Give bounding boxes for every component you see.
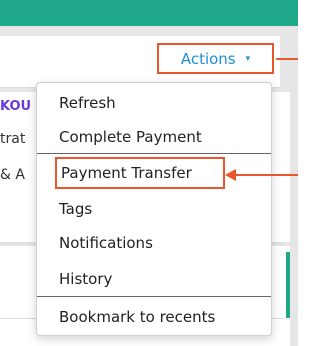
menu-item-complete-payment[interactable]: Complete Payment xyxy=(37,120,271,154)
menu-item-payment-transfer[interactable]: Payment Transfer xyxy=(55,157,225,189)
menu-item-label: Complete Payment xyxy=(59,128,202,146)
menu-item-history[interactable]: History xyxy=(37,262,271,296)
background-label-tag: KOU xyxy=(0,99,32,114)
menu-item-refresh[interactable]: Refresh xyxy=(37,86,271,120)
menu-item-label: Refresh xyxy=(59,94,116,112)
callout-pointer-payment-transfer xyxy=(236,174,298,176)
menu-item-notifications[interactable]: Notifications xyxy=(37,226,271,260)
background-label: & A xyxy=(0,167,25,183)
caret-down-icon: ▾ xyxy=(245,53,251,64)
callout-pointer-actions xyxy=(276,58,298,60)
row-accent-bar xyxy=(286,252,290,318)
menu-separator xyxy=(37,296,271,297)
menu-item-tags[interactable]: Tags xyxy=(37,192,271,226)
header-gap xyxy=(0,26,298,36)
background-label: trat xyxy=(0,131,26,147)
menu-separator xyxy=(37,153,271,154)
menu-item-bookmark-to-recents[interactable]: Bookmark to recents xyxy=(37,300,271,334)
callout-arrowhead xyxy=(225,169,236,181)
menu-item-label: Payment Transfer xyxy=(61,164,192,182)
menu-item-label: Tags xyxy=(59,200,93,218)
actions-button-label: Actions xyxy=(180,49,236,68)
menu-item-label: Notifications xyxy=(59,234,153,252)
app-screen: KOU trat & A Actions ▾ Refresh Complete … xyxy=(0,0,298,346)
actions-button[interactable]: Actions ▾ xyxy=(157,43,274,74)
top-accent-bar xyxy=(0,0,298,26)
actions-dropdown-menu: Refresh Complete Payment Payment Transfe… xyxy=(36,82,272,336)
menu-item-label: History xyxy=(59,270,113,288)
menu-item-label: Bookmark to recents xyxy=(59,308,216,326)
